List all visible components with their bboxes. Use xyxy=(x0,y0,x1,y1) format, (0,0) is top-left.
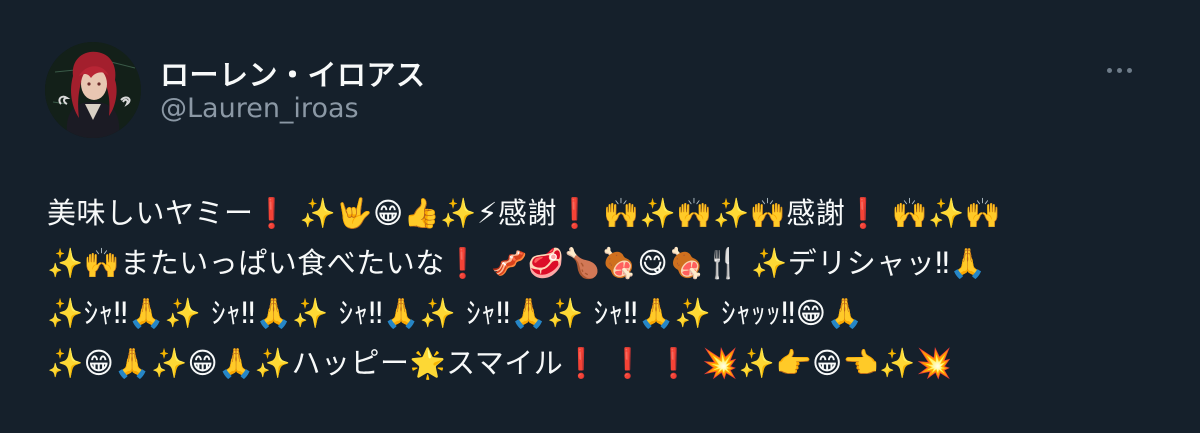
display-name[interactable]: ローレン・イロアス xyxy=(160,52,426,94)
tweet-text: 美味しいヤミー❗ ✨🤟😁👍✨⚡感謝❗ 🙌✨🙌✨🙌感謝❗ 🙌✨🙌 ✨🙌またいっぱい… xyxy=(47,188,1157,388)
tweet-text-line-3: ✨ｼｬ‼🙏✨ ｼｬ‼🙏✨ ｼｬ‼🙏✨ ｼｬ‼🙏✨ ｼｬ‼🙏✨ ｼｬｯｯ‼😁🙏 xyxy=(47,296,864,330)
profile-avatar[interactable] xyxy=(45,42,141,138)
more-horizontal-icon xyxy=(1126,67,1132,73)
more-horizontal-icon xyxy=(1116,67,1122,73)
user-handle[interactable]: @Lauren_iroas xyxy=(160,93,359,124)
tweet-text-line-2: ✨🙌またいっぱい食べたいな❗ 🥓🥩🍗🍖😋🍖🍴 ✨デリシャッ‼🙏 xyxy=(47,246,987,280)
avatar-image xyxy=(45,42,141,138)
more-horizontal-icon xyxy=(1106,67,1112,73)
more-options-button[interactable] xyxy=(1096,58,1142,82)
tweet-card: ローレン・イロアス @Lauren_iroas 美味しいヤミー❗ ✨🤟😁👍✨⚡感… xyxy=(0,0,1200,433)
tweet-text-line-1: 美味しいヤミー❗ ✨🤟😁👍✨⚡感謝❗ 🙌✨🙌✨🙌感謝❗ 🙌✨🙌 xyxy=(47,196,1002,230)
tweet-text-line-4: ✨😁🙏✨😁🙏✨ハッピー🌟スマイル❗ ❗ ❗ 💥✨👉😁👈✨💥 xyxy=(47,346,953,380)
